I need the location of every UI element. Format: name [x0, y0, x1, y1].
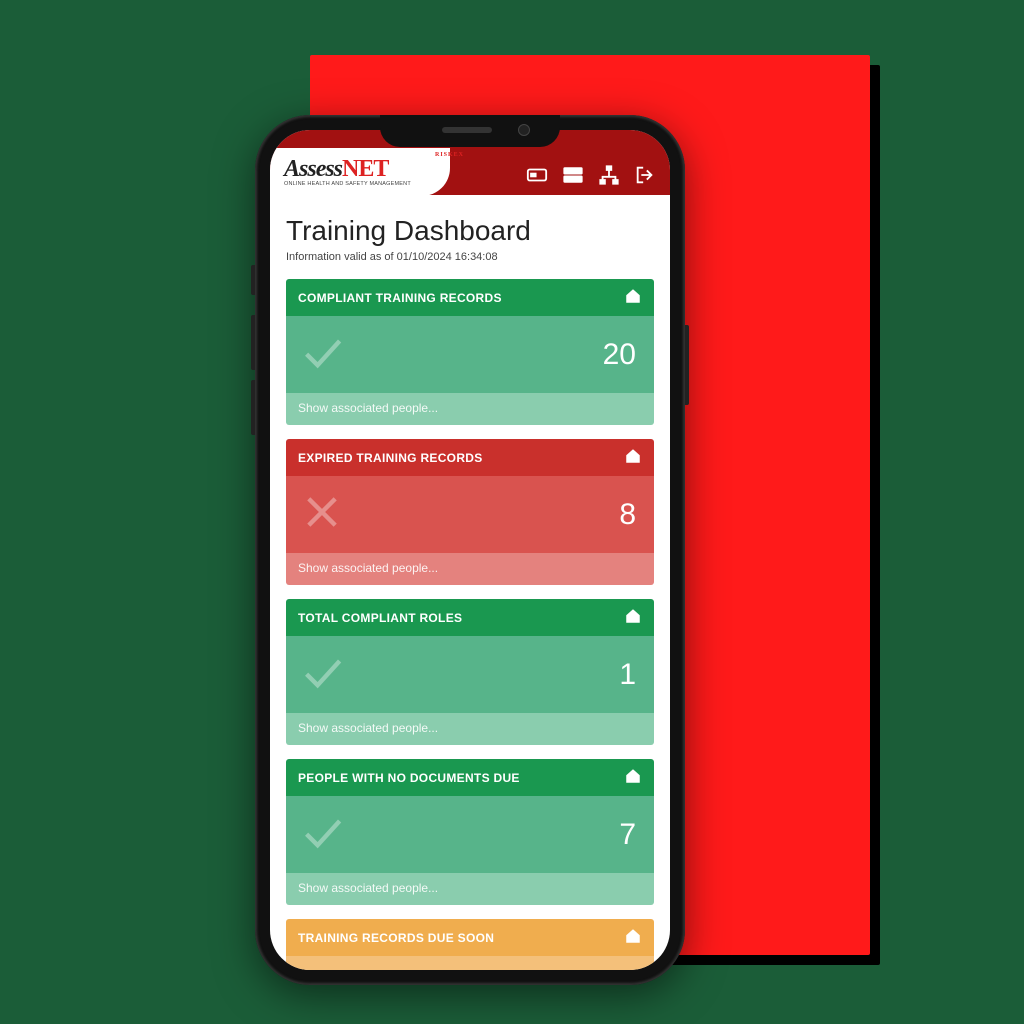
home-icon[interactable]	[624, 287, 642, 308]
card-icon[interactable]	[526, 164, 548, 191]
card-value: 20	[603, 338, 636, 372]
logo-subtitle: ONLINE HEALTH AND SAFETY MANAGEMENT	[284, 181, 440, 187]
card-value: 8	[619, 498, 636, 532]
card-header: COMPLIANT TRAINING RECORDS	[286, 279, 654, 316]
phone-side-button	[251, 315, 255, 370]
card-title: EXPIRED TRAINING RECORDS	[298, 451, 483, 465]
card-header: PEOPLE WITH NO DOCUMENTS DUE	[286, 759, 654, 796]
phone-side-button	[251, 265, 255, 295]
card-body: 7	[286, 796, 654, 873]
card-title: COMPLIANT TRAINING RECORDS	[298, 291, 502, 305]
check-icon	[300, 650, 344, 699]
card-body: 8	[286, 476, 654, 553]
card-value: 1	[619, 658, 636, 692]
phone-camera	[518, 124, 530, 136]
logo-tag: RISKEX	[435, 153, 464, 158]
home-icon[interactable]	[624, 927, 642, 948]
home-icon[interactable]	[624, 447, 642, 468]
dashboard-card-due-soon[interactable]: TRAINING RECORDS DUE SOON 4 Show associa…	[286, 919, 654, 970]
card-title: PEOPLE WITH NO DOCUMENTS DUE	[298, 771, 520, 785]
phone-mockup: AssessNET RISKEX ONLINE HEALTH AND SAFET…	[255, 115, 685, 985]
list-icon[interactable]	[562, 164, 584, 191]
card-header: TRAINING RECORDS DUE SOON	[286, 919, 654, 956]
home-icon[interactable]	[624, 607, 642, 628]
app-screen: AssessNET RISKEX ONLINE HEALTH AND SAFET…	[270, 130, 670, 970]
check-icon	[300, 330, 344, 379]
card-body: 20	[286, 316, 654, 393]
card-title: TRAINING RECORDS DUE SOON	[298, 931, 494, 945]
logo-text: AssessNET RISKEX	[284, 159, 440, 181]
app-header: AssessNET RISKEX ONLINE HEALTH AND SAFET…	[270, 130, 670, 195]
dashboard-card-no-documents-due[interactable]: PEOPLE WITH NO DOCUMENTS DUE 7 Show asso…	[286, 759, 654, 905]
phone-side-button	[251, 380, 255, 435]
card-value: 7	[619, 818, 636, 852]
card-body: 4	[286, 956, 654, 970]
card-footer-link[interactable]: Show associated people...	[286, 553, 654, 585]
card-footer-link[interactable]: Show associated people...	[286, 873, 654, 905]
page-subtitle: Information valid as of 01/10/2024 16:34…	[286, 251, 654, 263]
card-title: TOTAL COMPLIANT ROLES	[298, 611, 462, 625]
phone-side-button	[685, 325, 689, 405]
check-icon	[300, 810, 344, 859]
phone-speaker	[442, 127, 492, 133]
page-title: Training Dashboard	[286, 215, 654, 247]
dashboard-card-compliant-roles[interactable]: TOTAL COMPLIANT ROLES 1 Show associated …	[286, 599, 654, 745]
home-icon[interactable]	[624, 767, 642, 788]
card-header: EXPIRED TRAINING RECORDS	[286, 439, 654, 476]
cross-icon	[300, 490, 344, 539]
card-body: 1	[286, 636, 654, 713]
logout-icon[interactable]	[634, 164, 656, 191]
sitemap-icon[interactable]	[598, 164, 620, 191]
card-header: TOTAL COMPLIANT ROLES	[286, 599, 654, 636]
app-logo[interactable]: AssessNET RISKEX ONLINE HEALTH AND SAFET…	[270, 148, 450, 196]
card-footer-link[interactable]: Show associated people...	[286, 713, 654, 745]
card-footer-link[interactable]: Show associated people...	[286, 393, 654, 425]
dashboard-card-compliant-training[interactable]: COMPLIANT TRAINING RECORDS 20 Show assoc…	[286, 279, 654, 425]
page-content: Training Dashboard Information valid as …	[270, 195, 670, 970]
dashboard-card-expired-training[interactable]: EXPIRED TRAINING RECORDS 8 Show associat…	[286, 439, 654, 585]
